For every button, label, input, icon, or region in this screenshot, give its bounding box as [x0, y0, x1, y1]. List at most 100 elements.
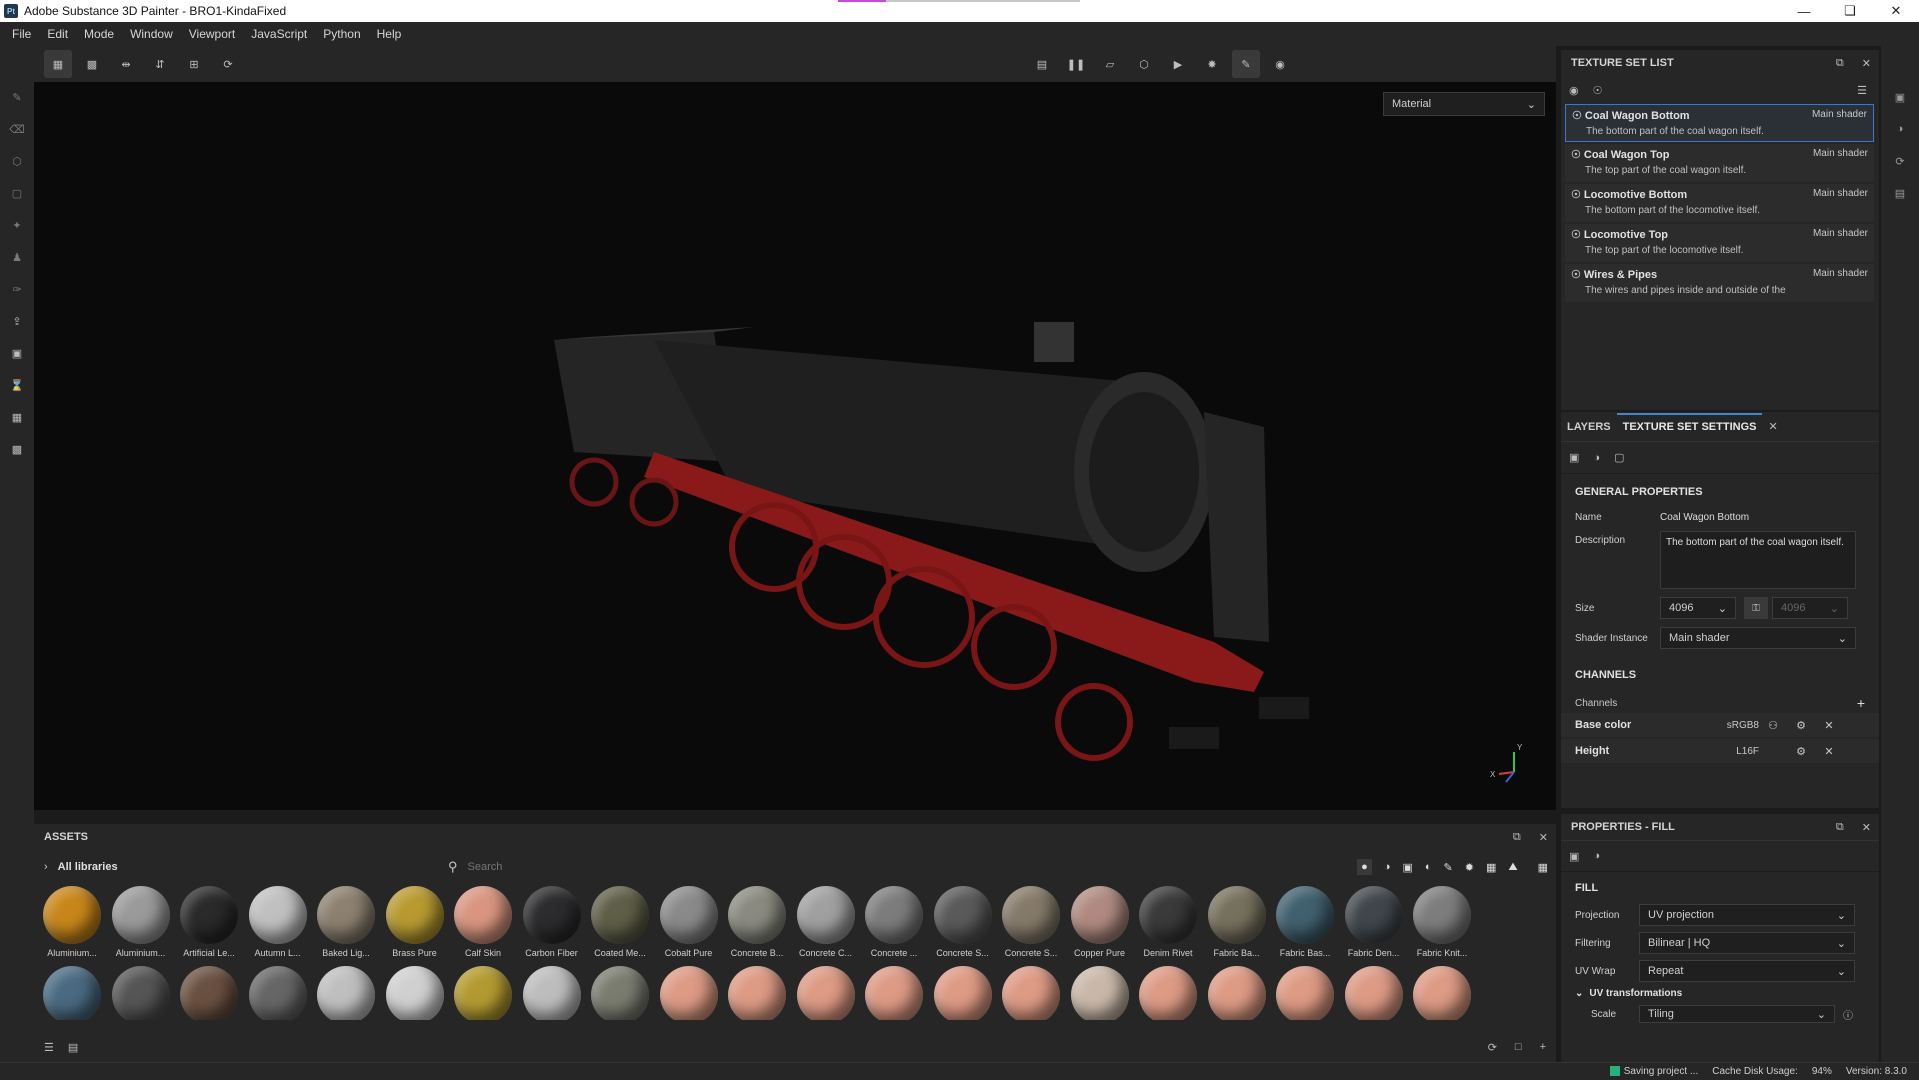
tab-layers[interactable]: LAYERS — [1561, 421, 1617, 441]
material-thumbnail[interactable]: Brass Pure — [383, 886, 447, 958]
details-view-icon[interactable]: ▤ — [68, 1041, 78, 1054]
material-thumbnail[interactable] — [109, 966, 173, 1020]
eraser-tool-icon[interactable]: ⌫ — [6, 118, 28, 140]
channel-row[interactable]: Height L16F ⚙ ✕ — [1561, 739, 1879, 763]
visibility-toggle-icon[interactable]: ◉ — [1569, 84, 1579, 97]
material-thumbnail[interactable]: Concrete B... — [725, 886, 789, 958]
material-thumbnail[interactable] — [246, 966, 310, 1020]
material-thumbnail[interactable]: Fabric Bas... — [1273, 886, 1337, 958]
close-tab-icon[interactable]: ✕ — [1762, 420, 1783, 441]
3d-viewport[interactable]: Y X Material ⌄ — [34, 82, 1556, 810]
eye-icon[interactable]: ☉ — [1571, 229, 1581, 241]
box-icon[interactable]: ▩ — [6, 438, 28, 460]
eye-icon[interactable]: ☉ — [1571, 149, 1581, 161]
menu-window[interactable]: Window — [122, 27, 181, 41]
material-thumbnail[interactable]: Copper Pure — [1068, 886, 1132, 958]
material-thumbnail[interactable]: Concrete ... — [862, 886, 926, 958]
material-thumbnail[interactable]: Baked Lig... — [314, 886, 378, 958]
close-window-button[interactable]: ✕ — [1873, 0, 1919, 22]
settings-icon[interactable]: ▣ — [1569, 850, 1579, 863]
document-icon[interactable]: ▦ — [6, 406, 28, 428]
material-thumbnail[interactable]: Fabric Knit... — [1410, 886, 1474, 958]
polygon-fill-tool-icon[interactable]: ▢ — [6, 182, 28, 204]
menu-edit[interactable]: Edit — [39, 27, 76, 41]
bake-icon[interactable]: ▣ — [6, 342, 28, 364]
eye-icon[interactable]: ☉ — [1571, 189, 1581, 201]
tab-texture-set-settings[interactable]: TEXTURE SET SETTINGS — [1616, 413, 1763, 441]
material-thumbnail[interactable] — [657, 966, 721, 1020]
screenshot-camera-icon[interactable]: ◉ — [1266, 50, 1294, 78]
search-input[interactable] — [467, 861, 1068, 873]
name-value[interactable]: Coal Wagon Bottom — [1660, 512, 1749, 523]
channel-format[interactable]: L16F — [1715, 746, 1759, 757]
material-thumbnail[interactable]: Carbon Fiber — [520, 886, 584, 958]
material-thumbnail[interactable]: Artificial Le... — [177, 886, 241, 958]
filters-filter-icon[interactable]: ◐ — [1425, 861, 1432, 873]
list-view-icon[interactable]: ☰ — [44, 1041, 54, 1054]
material-thumbnail[interactable] — [1342, 966, 1406, 1020]
add-channel-icon[interactable]: + — [1857, 695, 1865, 711]
material-thumbnail[interactable] — [725, 966, 789, 1020]
material-thumbnail[interactable] — [999, 966, 1063, 1020]
texture-set-item[interactable]: ☉ Locomotive Bottom Main shader The botto… — [1565, 184, 1874, 222]
material-thumbnail[interactable]: Aluminium... — [40, 886, 104, 958]
material-thumbnail[interactable] — [177, 966, 241, 1020]
add-frame-icon[interactable]: ⊞ — [180, 50, 208, 78]
menu-file[interactable]: File — [4, 27, 39, 41]
brushes-filter-icon[interactable]: ✎ — [1444, 861, 1453, 874]
settings-icon[interactable]: ▣ — [1569, 451, 1579, 464]
add-asset-icon[interactable]: + — [1540, 1041, 1546, 1054]
grid-snap-icon[interactable]: ▦ — [44, 50, 72, 78]
smart-materials-filter-icon[interactable]: ◑ — [1384, 861, 1391, 873]
material-thumbnail[interactable] — [1205, 966, 1269, 1020]
mirror-y-icon[interactable]: ⇵ — [146, 50, 174, 78]
menu-viewport[interactable]: Viewport — [181, 27, 243, 41]
material-thumbnail[interactable] — [520, 966, 584, 1020]
material-thumbnail[interactable]: Autumn L... — [246, 886, 310, 958]
texture-set-item[interactable]: ☉ Coal Wagon Top Main shader The top part… — [1565, 144, 1874, 182]
paint-brush-tool-icon[interactable]: ✎ — [6, 86, 28, 108]
size-select[interactable]: 4096 ⌄ — [1660, 597, 1736, 619]
close-panel-icon[interactable]: ✕ — [1862, 821, 1871, 834]
perspective-icon[interactable]: ▱ — [1096, 50, 1124, 78]
channel-row[interactable]: Base color sRGB8 ⚇ ⚙ ✕ — [1561, 713, 1879, 737]
texture-set-item[interactable]: ☉ Wires & Pipes Main shader The wires and… — [1565, 264, 1874, 302]
eye-icon[interactable]: ☉ — [1572, 110, 1582, 122]
eye-icon[interactable]: ☉ — [1593, 84, 1603, 97]
material-icon[interactable]: ◑ — [1593, 850, 1600, 862]
clone-tool-icon[interactable]: ♟ — [6, 246, 28, 268]
gear-icon[interactable]: ⚙ — [1787, 719, 1815, 732]
eye-icon[interactable]: ☉ — [1571, 269, 1581, 281]
material-thumbnail[interactable]: Cobalt Pure — [657, 886, 721, 958]
menu-python[interactable]: Python — [315, 27, 368, 41]
history-icon[interactable]: ⟳ — [214, 50, 242, 78]
mirror-x-icon[interactable]: ⇹ — [112, 50, 140, 78]
list-menu-icon[interactable]: ☰ — [1857, 84, 1867, 97]
cube-view-icon[interactable]: ⬡ — [1130, 50, 1158, 78]
float-panel-icon[interactable]: ⧉ — [1836, 821, 1844, 834]
particles-filter-icon[interactable]: ✹ — [1465, 861, 1474, 874]
remove-channel-icon[interactable]: ✕ — [1815, 745, 1843, 758]
description-textarea[interactable]: The bottom part of the coal wagon itself… — [1660, 531, 1856, 589]
texture-set-item[interactable]: ☉ Locomotive Top Main shader The top part… — [1565, 224, 1874, 262]
hourglass-icon[interactable]: ⌛ — [6, 374, 28, 396]
lighting-icon[interactable]: ✸ — [1198, 50, 1226, 78]
gear-icon[interactable]: ⚙ — [1787, 745, 1815, 758]
uv-transformations-toggle[interactable]: ⌄ UV transformations — [1561, 988, 1879, 999]
masks-filter-icon[interactable]: ▣ — [1402, 861, 1412, 874]
log-icon[interactable]: ▤ — [1889, 182, 1911, 204]
material-thumbnail[interactable] — [314, 966, 378, 1020]
pause-icon[interactable]: ❚❚ — [1062, 50, 1090, 78]
material-thumbnail[interactable]: Aluminium... — [109, 886, 173, 958]
filtering-select[interactable]: Bilinear | HQ ⌄ — [1639, 932, 1855, 954]
export-icon[interactable]: ⇪ — [6, 310, 28, 332]
smudge-tool-icon[interactable]: ✦ — [6, 214, 28, 236]
color-picker-tool-icon[interactable]: ✑ — [6, 278, 28, 300]
material-thumbnail[interactable]: Coated Me... — [588, 886, 652, 958]
material-thumbnail[interactable] — [451, 966, 515, 1020]
float-panel-icon[interactable]: ⧉ — [1513, 831, 1521, 844]
material-thumbnail[interactable] — [1068, 966, 1132, 1020]
projection-select[interactable]: UV projection ⌄ — [1639, 904, 1855, 926]
material-thumbnail[interactable] — [862, 966, 926, 1020]
grid-view-icon[interactable]: ▦ — [1538, 861, 1548, 874]
